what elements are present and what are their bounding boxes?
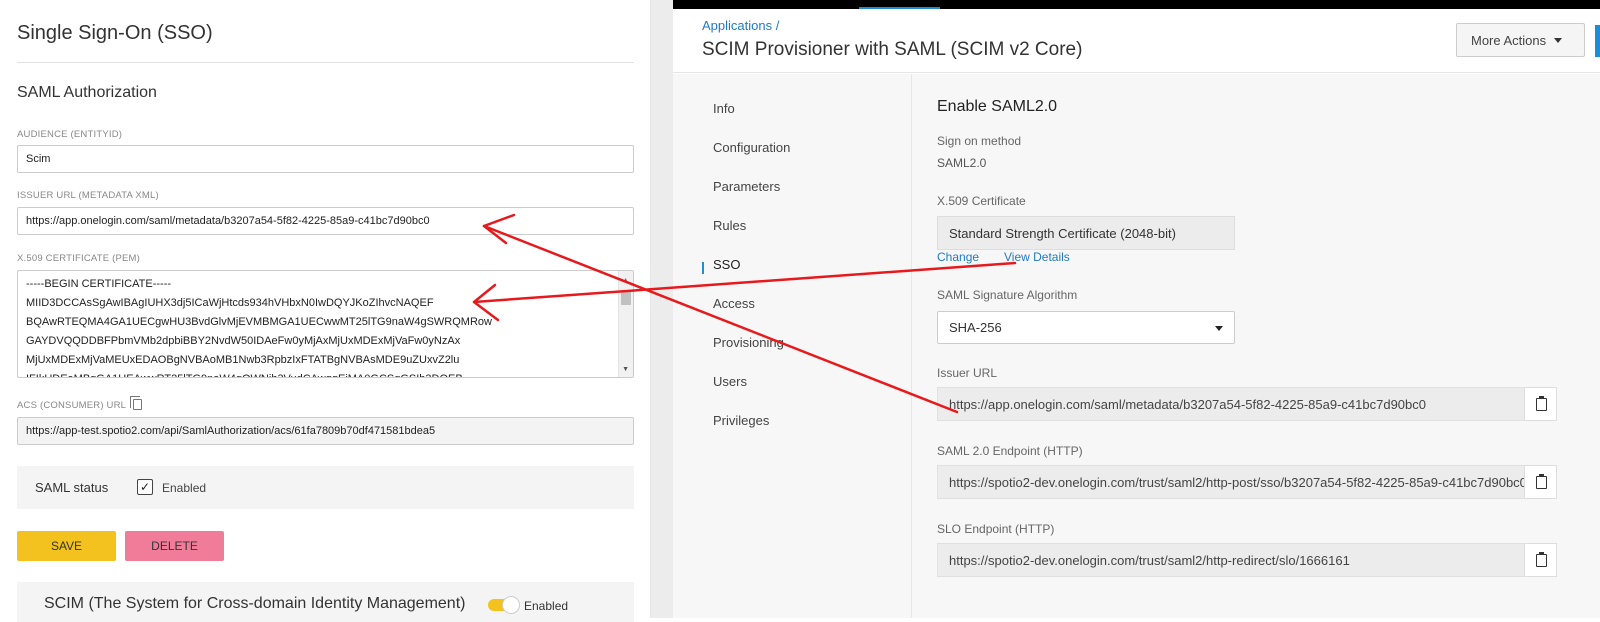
- signature-algorithm-value: SHA-256: [949, 320, 1002, 335]
- copy-icon[interactable]: [129, 396, 142, 410]
- clipboard-icon: [1536, 552, 1547, 567]
- sidebar-item-parameters[interactable]: Parameters: [713, 179, 780, 194]
- sign-on-method-label: Sign on method: [937, 134, 1022, 148]
- slo-endpoint-label: SLO Endpoint (HTTP): [937, 522, 1055, 536]
- sso-content: Enable SAML2.0 Sign on method SAML2.0 X.…: [912, 74, 1600, 618]
- sidebar-item-sso[interactable]: SSO: [713, 257, 740, 272]
- certificate-label: X.509 CERTIFICATE (PEM): [17, 253, 141, 264]
- delete-button[interactable]: DELETE: [125, 531, 224, 561]
- issuer-url-label: Issuer URL: [937, 366, 998, 380]
- sidebar-item-provisioning[interactable]: Provisioning: [713, 335, 784, 350]
- left-pane-sso-settings: Single Sign-On (SSO) SAML Authorization …: [0, 0, 651, 622]
- sidebar-item-info[interactable]: Info: [713, 101, 735, 116]
- acs-url-label-row: ACS (CONSUMER) URL: [17, 396, 142, 411]
- sidebar-item-privileges[interactable]: Privileges: [713, 413, 769, 428]
- certificate-label: X.509 Certificate: [937, 194, 1026, 208]
- sign-on-method-value: SAML2.0: [937, 156, 987, 170]
- saml-endpoint-label: SAML 2.0 Endpoint (HTTP): [937, 444, 1083, 458]
- copy-slo-button[interactable]: [1524, 543, 1557, 577]
- certificate-value: Standard Strength Certificate (2048-bit): [937, 216, 1235, 250]
- slo-endpoint-field[interactable]: https://spotio2-dev.onelogin.com/trust/s…: [937, 543, 1557, 577]
- certificate-line: -----BEGIN CERTIFICATE-----: [26, 278, 172, 290]
- save-button[interactable]: SAVE: [17, 531, 116, 561]
- acs-url-input[interactable]: https://app-test.spotio2.com/api/SamlAut…: [17, 417, 634, 445]
- signature-algorithm-select[interactable]: SHA-256: [937, 311, 1235, 344]
- view-details-link[interactable]: View Details: [1004, 250, 1070, 264]
- section-heading: Enable SAML2.0: [937, 98, 1058, 115]
- right-pane-onelogin: Applications / SCIM Provisioner with SAM…: [673, 0, 1600, 618]
- certificate-line: MIID3DCCAsSgAwIBAgIUHX3dj5ICaWjHtcds934h…: [26, 297, 434, 309]
- sidebar-item-users[interactable]: Users: [713, 374, 747, 389]
- sidebar: Info Configuration Parameters Rules SSO …: [673, 74, 912, 618]
- more-actions-button[interactable]: More Actions: [1456, 23, 1585, 57]
- certificate-line: BQAwRTEQMA4GA1UECgwHU3BvdGlvMjEVMBMGA1UE…: [26, 316, 492, 328]
- sidebar-item-access[interactable]: Access: [713, 296, 755, 311]
- chevron-down-icon: [1215, 326, 1223, 331]
- audience-label: AUDIENCE (ENTITYID): [17, 129, 123, 140]
- audience-input[interactable]: Scim: [17, 145, 634, 173]
- toggle-knob[interactable]: [502, 596, 520, 614]
- sidebar-item-configuration[interactable]: Configuration: [713, 140, 790, 155]
- acs-url-label: ACS (CONSUMER) URL: [17, 400, 126, 411]
- certificate-line: GAYDVQQDDBFPbmVMb2dpbiBBY2NvdW50IDAeFw0y…: [26, 335, 461, 347]
- saml-endpoint-field[interactable]: https://spotio2-dev.onelogin.com/trust/s…: [937, 465, 1557, 499]
- certificate-line: IFIkUDEaMBgGA1UEAwwRT25lTG9naW4gQWNjb3Vu…: [26, 370, 492, 377]
- saml-status-label: SAML status: [35, 480, 109, 495]
- top-bar: [673, 0, 1600, 9]
- sidebar-active-indicator: [702, 262, 704, 274]
- certificate-scrollbar[interactable]: ▲ ▼: [618, 271, 633, 377]
- pane-gap: [651, 0, 673, 618]
- scroll-up-icon[interactable]: ▲: [622, 277, 629, 284]
- scim-enabled-label: Enabled: [524, 599, 569, 613]
- certificate-textarea[interactable]: -----BEGIN CERTIFICATE----- MIID3DCCAsSg…: [17, 270, 634, 378]
- scim-enabled-toggle[interactable]: [488, 596, 520, 614]
- app-title: SCIM Provisioner with SAML (SCIM v2 Core…: [702, 39, 1083, 60]
- issuer-url-field[interactable]: https://app.onelogin.com/saml/metadata/b…: [937, 387, 1557, 421]
- page-title: Single Sign-On (SSO): [17, 22, 213, 44]
- chevron-down-icon: [1554, 38, 1563, 43]
- issuer-url-input[interactable]: https://app.onelogin.com/saml/metadata/b…: [17, 207, 634, 235]
- change-link[interactable]: Change: [937, 250, 979, 264]
- saml-enabled-label: Enabled: [162, 481, 207, 495]
- saml-enabled-checkbox[interactable]: ✓: [137, 479, 153, 495]
- divider: [17, 62, 634, 63]
- scroll-thumb[interactable]: [621, 291, 631, 305]
- clipboard-icon: [1536, 474, 1547, 489]
- breadcrumb[interactable]: Applications /: [702, 18, 779, 33]
- save-button-edge[interactable]: [1595, 25, 1600, 57]
- certificate-lines: -----BEGIN CERTIFICATE----- MIID3DCCAsSg…: [26, 275, 492, 377]
- clipboard-icon: [1536, 396, 1547, 411]
- copy-issuer-button[interactable]: [1524, 387, 1557, 421]
- copy-endpoint-button[interactable]: [1524, 465, 1557, 499]
- section-title-saml-authorization: SAML Authorization: [17, 84, 157, 101]
- sidebar-item-rules[interactable]: Rules: [713, 218, 746, 233]
- more-actions-label: More Actions: [1471, 33, 1547, 48]
- signature-algorithm-label: SAML Signature Algorithm: [937, 288, 1078, 302]
- saml-status-row: SAML status ✓ Enabled: [17, 466, 634, 509]
- scroll-down-icon[interactable]: ▼: [622, 366, 629, 373]
- app-header: Applications / SCIM Provisioner with SAM…: [673, 9, 1600, 73]
- certificate-line: MjUxMDExMjVaMEUxEDAOBgNVBAoMB1Nwb3RpbzIx…: [26, 354, 460, 366]
- issuer-url-label: ISSUER URL (METADATA XML): [17, 190, 159, 201]
- scim-section: SCIM (The System for Cross-domain Identi…: [17, 582, 634, 622]
- scim-title: SCIM (The System for Cross-domain Identi…: [44, 595, 466, 612]
